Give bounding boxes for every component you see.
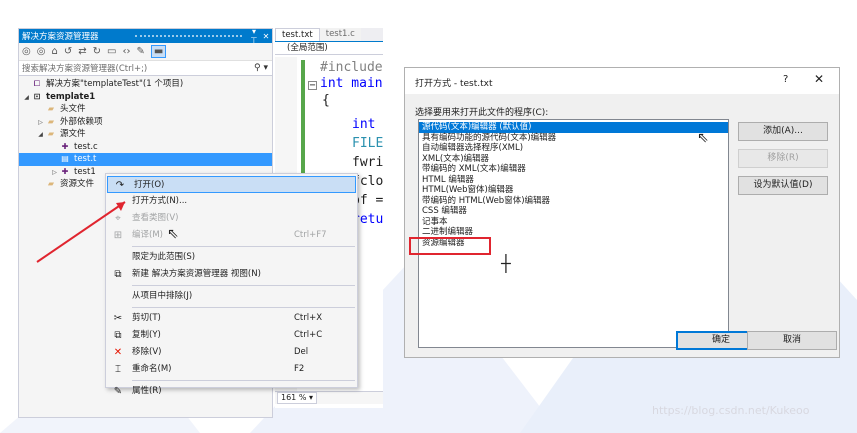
program-list-item[interactable]: 二进制编辑器 (419, 227, 728, 238)
program-list-item[interactable]: 源代码(文本)编辑器 (默认值) (419, 122, 728, 133)
program-list-item[interactable]: 自动编辑器选择程序(XML) (419, 143, 728, 154)
remove-button[interactable]: 移除(R) (738, 149, 828, 168)
program-list-item[interactable]: XML(文本)编辑器 (419, 154, 728, 165)
program-list-item[interactable]: 具有编码功能的源代码(文本)编辑器 (419, 133, 728, 144)
mouse-cursor-icon: ⇖ (167, 226, 179, 242)
dialog-close-button[interactable]: ✕ (814, 72, 824, 86)
program-list-item[interactable]: HTML 编辑器 (419, 175, 728, 186)
annotation-highlight-box (409, 237, 491, 255)
cancel-button[interactable]: 取消 (747, 331, 837, 350)
program-list-item[interactable]: 记事本 (419, 217, 728, 228)
help-button[interactable]: ? (783, 74, 788, 85)
program-prompt-label: 选择要用来打开此文件的程序(C): (415, 108, 549, 118)
program-list-item[interactable]: 带编码的 XML(文本)编辑器 (419, 164, 728, 175)
program-list[interactable]: 源代码(文本)编辑器 (默认值) 具有编码功能的源代码(文本)编辑器 自动编辑器选择… (418, 119, 729, 348)
watermark-url: https://blog.csdn.net/Kukeoo (652, 404, 810, 417)
crosshair-cursor-icon: ┼ (501, 254, 511, 273)
add-button[interactable]: 添加(A)... (738, 122, 828, 141)
dialog-titlebar: 打开方式 - test.txt ? ✕ (405, 68, 839, 94)
dialog-title: 打开方式 - test.txt (415, 79, 493, 89)
program-list-item[interactable]: CSS 编辑器 (419, 206, 728, 217)
set-default-button[interactable]: 设为默认值(D) (738, 176, 828, 195)
program-list-item[interactable]: HTML(Web窗体)编辑器 (419, 185, 728, 196)
open-with-dialog: 打开方式 - test.txt ? ✕ 选择要用来打开此文件的程序(C): 源代… (404, 67, 840, 358)
program-list-item[interactable]: 带编码的 HTML(Web窗体)编辑器 (419, 196, 728, 207)
mouse-cursor-icon: ⇖ (697, 130, 709, 146)
